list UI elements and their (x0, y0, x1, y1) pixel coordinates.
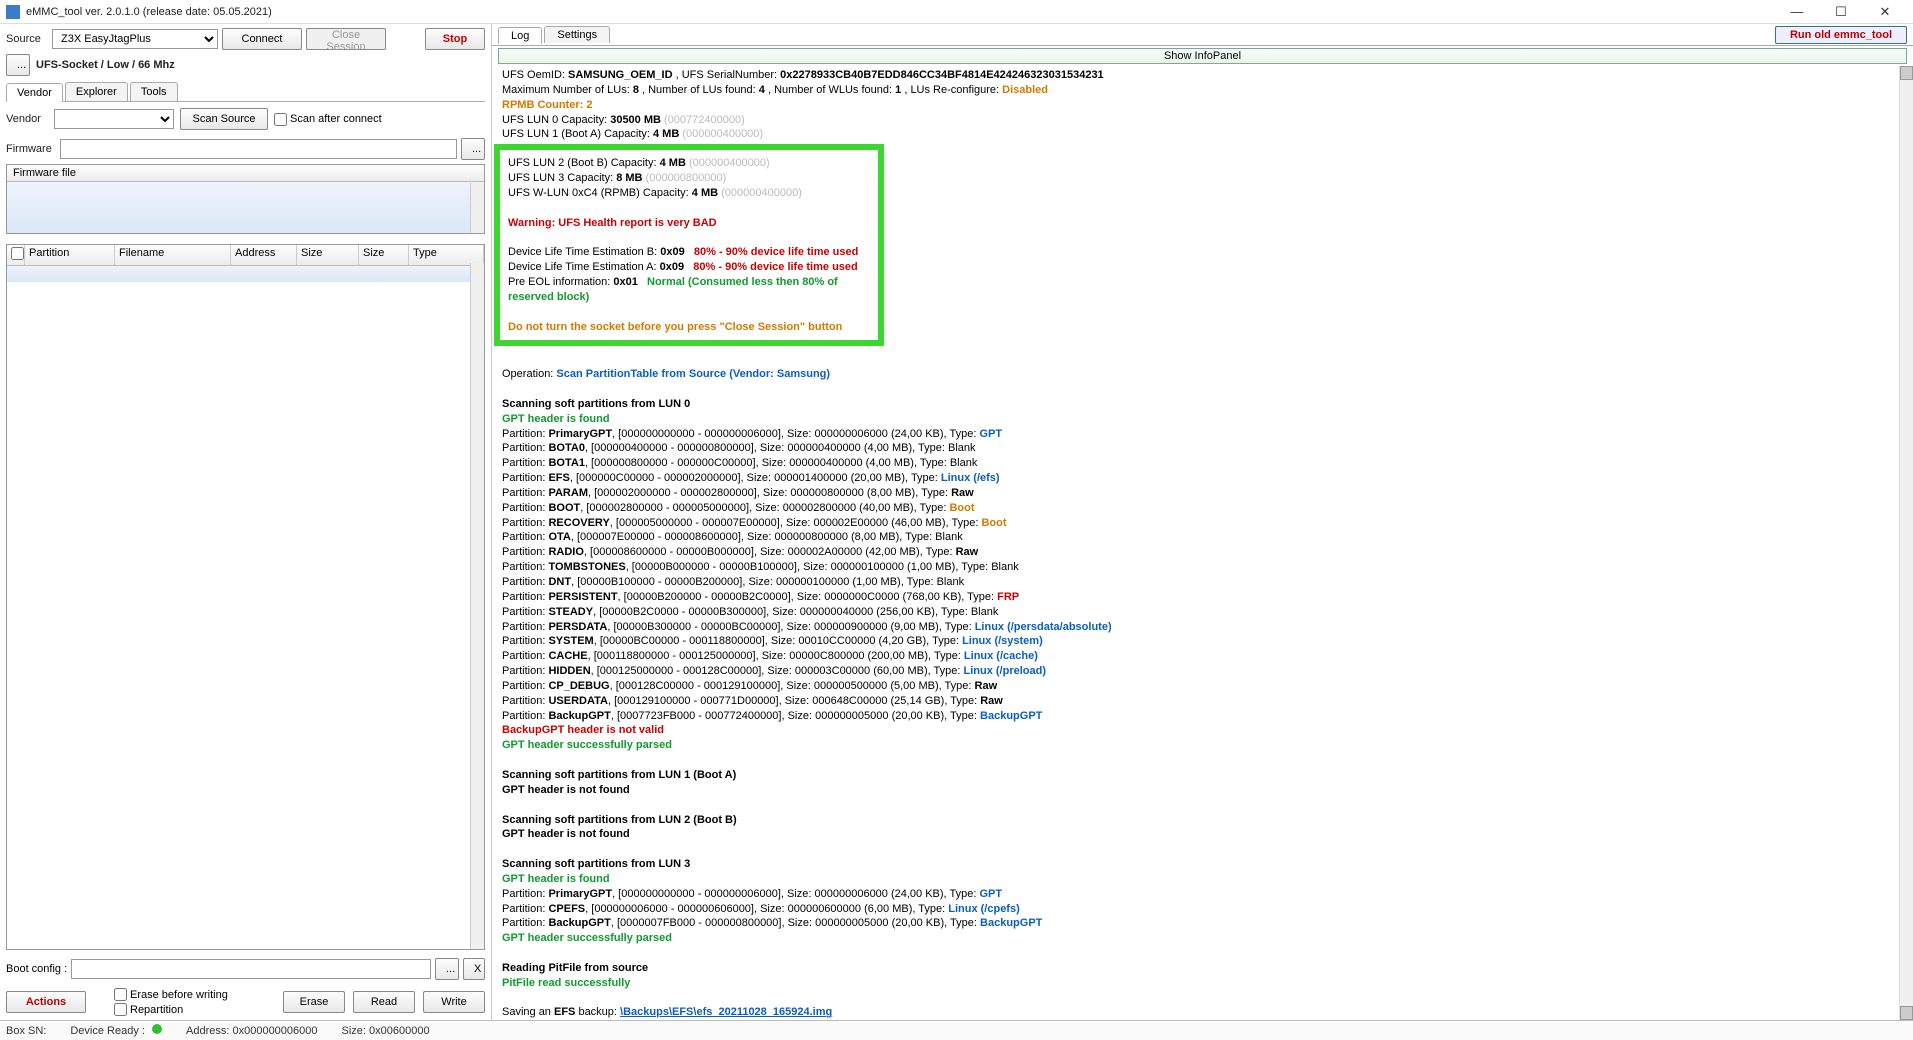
firmware-label: Firmware (6, 143, 56, 155)
partition-table[interactable]: Partition Filename Address Size Size Typ… (6, 244, 485, 950)
source-label: Source (6, 33, 48, 45)
erase-button[interactable]: Erase (283, 991, 345, 1013)
firmware-file-header: Firmware file (7, 165, 484, 182)
boot-config-clear[interactable]: X (463, 958, 485, 980)
vendor-label: Vendor (6, 113, 48, 125)
source-select[interactable]: Z3X EasyJtagPlus (52, 29, 218, 49)
minimize-button[interactable]: — (1775, 0, 1819, 24)
title-bar: eMMC_tool ver. 2.0.1.0 (release date: 05… (0, 0, 1913, 24)
tab-settings[interactable]: Settings (544, 26, 610, 43)
write-button[interactable]: Write (423, 991, 485, 1013)
status-size: Size: 0x00600000 (342, 1025, 430, 1037)
run-old-button[interactable]: Run old emmc_tool (1775, 26, 1907, 44)
connect-button[interactable]: Connect (222, 28, 302, 50)
tab-vendor[interactable]: Vendor (6, 83, 63, 102)
col-address[interactable]: Address (231, 245, 297, 265)
stop-button[interactable]: Stop (425, 28, 485, 50)
status-device-ready: Device Ready : (70, 1024, 162, 1037)
close-button[interactable]: ✕ (1863, 0, 1907, 24)
warning-box: UFS LUN 2 (Boot B) Capacity: 4 MB (00000… (494, 144, 884, 346)
read-button[interactable]: Read (353, 991, 415, 1013)
left-tabs: Vendor Explorer Tools (6, 82, 485, 102)
erase-before-check[interactable]: Erase before writing (114, 988, 228, 1001)
col-type[interactable]: Type (409, 245, 484, 265)
close-session-button[interactable]: Close Session (306, 28, 386, 50)
table-row[interactable] (7, 266, 484, 282)
right-panel: Log Settings Run old emmc_tool Show Info… (492, 24, 1913, 1020)
more-button[interactable]: ... (6, 54, 30, 76)
col-partition[interactable]: Partition (25, 245, 115, 265)
status-boxsn: Box SN: (6, 1025, 46, 1037)
firmware-list[interactable]: Firmware file (6, 164, 485, 234)
app-icon (6, 5, 20, 19)
status-bar: Box SN: Device Ready : Address: 0x000000… (0, 1020, 1913, 1040)
partition-table-header: Partition Filename Address Size Size Typ… (7, 245, 484, 266)
boot-config-input[interactable] (71, 959, 431, 979)
col-size1[interactable]: Size (297, 245, 359, 265)
left-panel: Source Z3X EasyJtagPlus Connect Close Se… (0, 24, 492, 1020)
tab-tools[interactable]: Tools (130, 82, 178, 101)
socket-label: UFS-Socket / Low / 66 Mhz (36, 59, 175, 71)
vendor-select[interactable] (54, 109, 174, 129)
scan-source-button[interactable]: Scan Source (180, 108, 268, 130)
partition-table-scrollbar[interactable] (470, 263, 484, 949)
show-infopanel-button[interactable]: Show InfoPanel (498, 48, 1907, 64)
tab-log[interactable]: Log (498, 27, 542, 44)
log-area[interactable]: UFS OemID: SAMSUNG_OEM_ID , UFS SerialNu… (492, 66, 1913, 1020)
boot-config-label: Boot config : (6, 963, 67, 975)
col-size2[interactable]: Size (359, 245, 409, 265)
tab-explorer[interactable]: Explorer (65, 82, 128, 101)
actions-button[interactable]: Actions (6, 991, 86, 1013)
firmware-input[interactable] (60, 139, 457, 159)
firmware-list-scrollbar[interactable] (470, 183, 484, 233)
scan-after-connect-check[interactable]: Scan after connect (274, 113, 382, 126)
efs-backup-link[interactable]: \Backups\EFS\efs_20211028_165924.img (620, 1006, 832, 1018)
window-title: eMMC_tool ver. 2.0.1.0 (release date: 05… (26, 6, 1775, 18)
firmware-browse-button[interactable]: ... (461, 138, 485, 160)
maximize-button[interactable]: ☐ (1819, 0, 1863, 24)
ready-dot-icon (152, 1024, 162, 1034)
repartition-check[interactable]: Repartition (114, 1003, 228, 1016)
boot-config-browse[interactable]: ... (435, 958, 459, 980)
col-filename[interactable]: Filename (115, 245, 231, 265)
status-address: Address: 0x000000006000 (186, 1025, 318, 1037)
log-scrollbar[interactable] (1899, 66, 1913, 1020)
select-all-check[interactable] (11, 247, 24, 260)
